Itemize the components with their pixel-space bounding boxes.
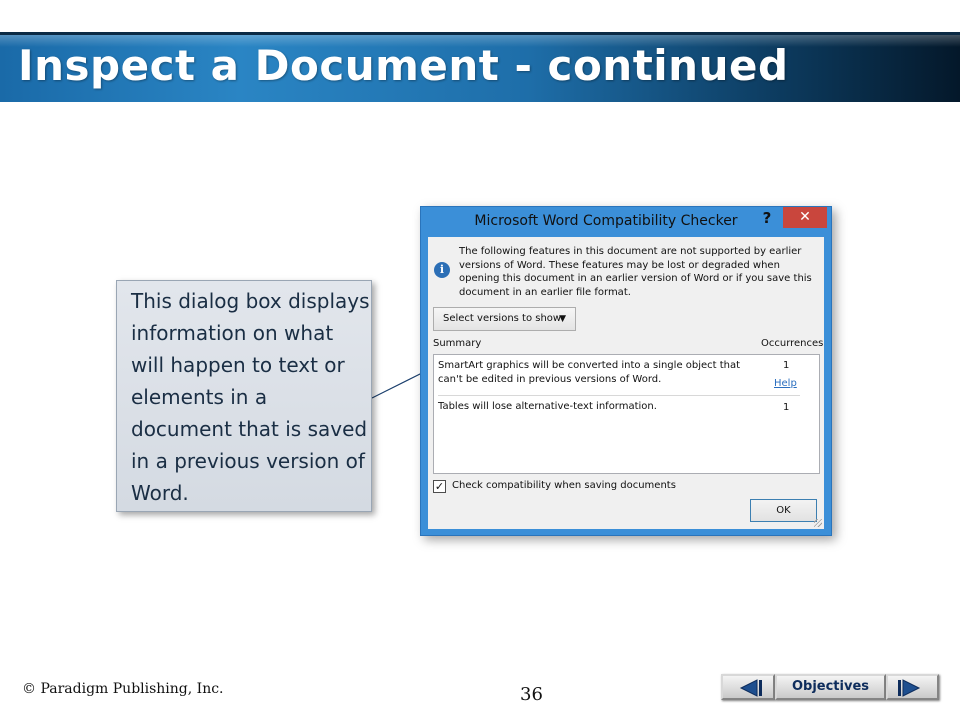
triangle-left-icon: [739, 679, 762, 697]
dialog-title: Microsoft Word Compatibility Checker: [474, 213, 738, 229]
check-compatibility-label[interactable]: Check compatibility when saving document…: [452, 480, 676, 491]
help-link[interactable]: Help: [774, 378, 797, 389]
footer-copyright: © Paradigm Publishing, Inc.: [22, 681, 224, 697]
callout-text: This dialog box displays information on …: [131, 289, 370, 505]
occurrences-header: Occurrences: [761, 338, 824, 349]
issue-divider: [438, 395, 800, 396]
info-message: The following features in this document …: [459, 246, 812, 298]
summary-header: Summary: [433, 338, 482, 349]
info-icon: i: [434, 262, 450, 278]
issues-list[interactable]: SmartArt graphics will be converted into…: [433, 354, 820, 474]
ok-button[interactable]: OK: [750, 499, 817, 522]
next-slide-button[interactable]: [886, 674, 939, 700]
objectives-button[interactable]: Objectives: [775, 674, 886, 700]
callout-box: This dialog box displays information on …: [116, 280, 372, 512]
issue-count: 1: [783, 402, 790, 413]
triangle-right-icon: [898, 679, 921, 697]
slide-title-bar: Inspect a Document - continued: [0, 32, 960, 102]
compatibility-checker-dialog: Microsoft Word Compatibility Checker ? ✕…: [420, 206, 832, 536]
page-number: 36: [520, 684, 543, 705]
caret-down-icon: ▼: [559, 314, 566, 324]
select-versions-button[interactable]: Select versions to show ▼: [433, 307, 576, 331]
help-icon[interactable]: ?: [757, 209, 777, 229]
check-compatibility-checkbox[interactable]: ✓: [433, 480, 446, 493]
dialog-titlebar[interactable]: Microsoft Word Compatibility Checker ? ✕: [421, 207, 831, 237]
dialog-body: i The following features in this documen…: [428, 237, 824, 529]
resize-grip-icon[interactable]: [814, 519, 822, 527]
issue-text: Tables will lose alternative-text inform…: [438, 401, 657, 412]
select-versions-label: Select versions to show: [443, 313, 562, 324]
slide-title: Inspect a Document - continued: [18, 41, 789, 90]
issue-count: 1: [783, 360, 790, 371]
issue-text: SmartArt graphics will be converted into…: [438, 360, 741, 385]
close-icon[interactable]: ✕: [783, 207, 827, 228]
previous-slide-button[interactable]: [721, 674, 775, 700]
